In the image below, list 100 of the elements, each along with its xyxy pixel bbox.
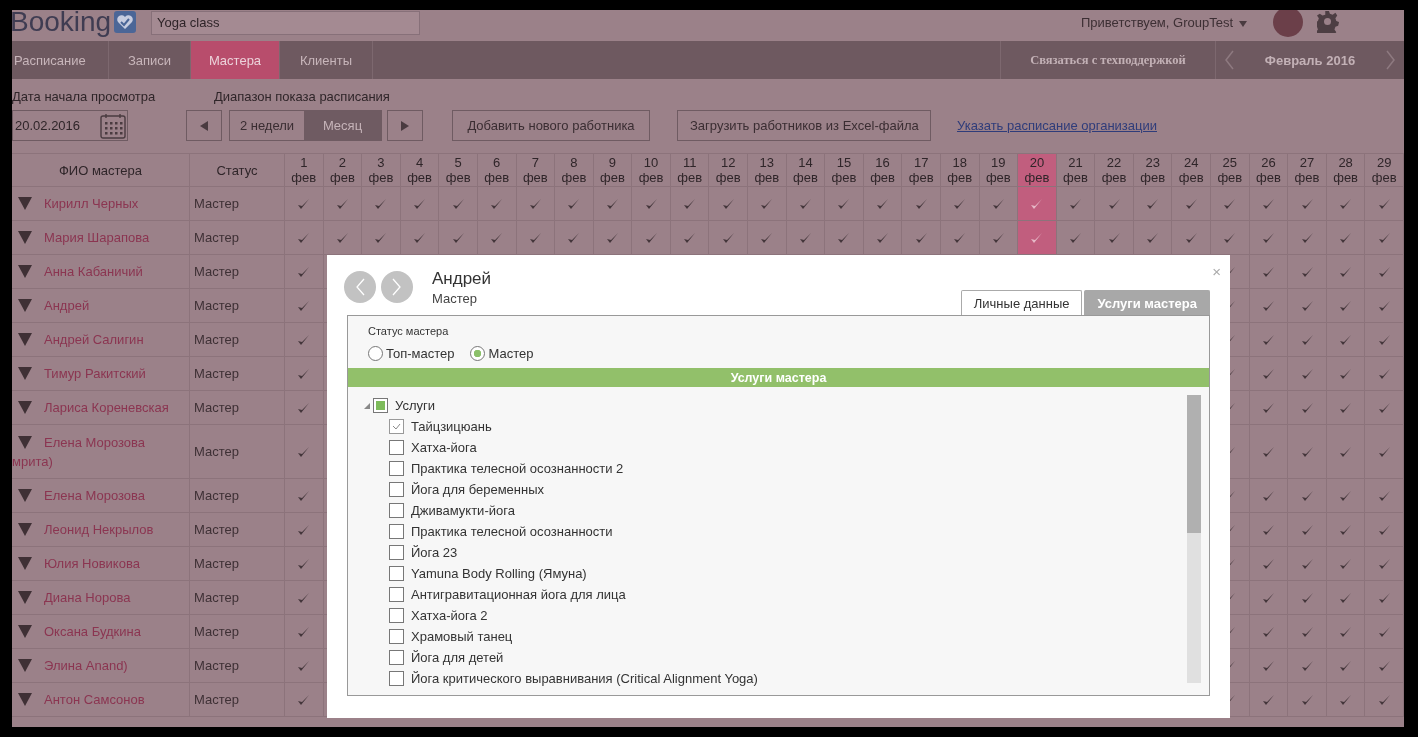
checkbox[interactable] <box>389 650 404 665</box>
checkbox[interactable] <box>389 419 404 434</box>
tree-item[interactable]: Йога 23 <box>411 545 458 560</box>
master-name-link[interactable]: Лариса Кореневская <box>44 400 169 415</box>
nav-tab[interactable]: Мастера <box>191 41 280 79</box>
date-field[interactable]: 20.02.2016 <box>12 110 128 141</box>
day-header: 18 фев <box>940 154 980 186</box>
master-name-link[interactable]: Анна Кабаничий <box>44 264 143 279</box>
dialog-tab[interactable]: Услуги мастера <box>1084 290 1210 315</box>
master-name-link[interactable]: Елена Морозова <box>44 434 146 450</box>
checkbox[interactable] <box>389 608 404 623</box>
radio-label[interactable]: Топ-мастер <box>386 345 455 361</box>
triangle-down-icon[interactable] <box>18 401 32 414</box>
master-name-link[interactable]: Андрей <box>44 298 90 313</box>
tree-item[interactable]: Хатха-йога <box>411 440 477 455</box>
checkbox[interactable] <box>389 482 404 497</box>
master-name-link[interactable]: Антон Самсонов <box>44 692 145 707</box>
tree-item[interactable]: Услуги <box>395 398 435 413</box>
nav-tab[interactable]: Клиенты <box>280 41 373 79</box>
tree-item[interactable]: Практика телесной осознанности <box>411 524 613 539</box>
day-header: 14 фев <box>786 154 826 186</box>
master-name-link[interactable]: Елена Морозова <box>44 488 146 503</box>
triangle-down-icon[interactable] <box>18 659 32 672</box>
status-text: Мастер <box>190 391 285 424</box>
tree-item[interactable]: Храмовый танец <box>411 629 513 644</box>
avatar[interactable] <box>1273 10 1303 37</box>
triangle-down-icon[interactable] <box>18 231 32 244</box>
tree-item[interactable]: Дживамукти-йога <box>411 503 515 518</box>
triangle-down-icon[interactable] <box>18 367 32 380</box>
triangle-down-icon[interactable] <box>18 557 32 570</box>
tree-item[interactable]: Практика телесной осознанности 2 <box>411 461 624 476</box>
range-button[interactable]: 2 недели <box>230 111 304 140</box>
day-header: 5 фев <box>439 154 478 186</box>
checkbox[interactable] <box>389 545 404 560</box>
close-icon[interactable]: × <box>1212 263 1221 280</box>
checkbox[interactable] <box>389 503 404 518</box>
triangle-down-icon[interactable] <box>18 299 32 312</box>
checkbox[interactable] <box>389 524 404 539</box>
triangle-down-icon[interactable] <box>18 197 32 210</box>
collapse-icon[interactable] <box>364 402 370 409</box>
triangle-down-icon[interactable] <box>18 435 32 449</box>
triangle-down-icon[interactable] <box>18 489 32 502</box>
triangle-down-icon[interactable] <box>18 523 32 536</box>
next-button[interactable] <box>387 110 423 141</box>
toolbar-button[interactable]: Добавить нового работника <box>452 110 650 141</box>
tree-item[interactable]: Йога критического выравнивания (Critical Alignment Yoga) <box>411 671 758 686</box>
checkbox[interactable] <box>389 440 404 455</box>
settings-icon[interactable] <box>1317 10 1339 33</box>
triangle-down-icon[interactable] <box>18 625 32 638</box>
range-button[interactable]: Месяц <box>304 111 381 140</box>
schedule-link[interactable]: Указать расписание организации <box>957 118 1157 133</box>
day-header: 29 фев <box>1365 154 1404 186</box>
status-text: Мастер <box>190 513 285 546</box>
triangle-down-icon[interactable] <box>18 265 32 278</box>
toolbar-button[interactable]: Загрузить работников из Excel-файла <box>677 110 931 141</box>
tree-item[interactable]: Йога для беременных <box>411 482 545 497</box>
calendar-icon[interactable] <box>100 112 126 139</box>
radio-button[interactable] <box>470 345 486 361</box>
triangle-down-icon[interactable] <box>18 693 32 706</box>
search-field[interactable]: Yoga class <box>151 10 420 35</box>
master-name-link[interactable]: Диана Норова <box>44 590 131 605</box>
status-text: Мастер <box>190 615 285 648</box>
field-label: Статус мастера <box>368 325 450 337</box>
tree-item[interactable]: Yamuna Body Rolling (Ямуна) <box>411 566 587 581</box>
radio-label[interactable]: Мастер <box>488 345 534 361</box>
tree-item[interactable]: Антигравитационная йога для лица <box>411 587 626 602</box>
checkbox[interactable] <box>389 587 404 602</box>
radio-button[interactable] <box>368 345 383 361</box>
checkbox[interactable] <box>389 566 404 581</box>
triangle-down-icon[interactable] <box>18 591 32 604</box>
tree-item[interactable]: Тайцзицюань <box>411 419 492 434</box>
master-name-link[interactable]: Юлия Новикова <box>44 556 140 571</box>
master-name-link[interactable]: мрита) <box>12 453 53 469</box>
master-name-link[interactable]: Элина Anand) <box>44 658 128 673</box>
checkbox[interactable] <box>373 398 388 413</box>
nav-tab[interactable]: Расписание <box>12 41 109 79</box>
support-link[interactable]: Связаться с техподдержкой <box>1000 41 1216 79</box>
day-header: 23 фев <box>1133 154 1173 186</box>
previous-button[interactable] <box>186 110 222 141</box>
scrollbar[interactable] <box>1187 395 1201 683</box>
master-name-link[interactable]: Леонид Некрылов <box>44 522 154 537</box>
day-header: 13 фев <box>748 154 787 186</box>
checkbox[interactable] <box>389 671 404 686</box>
tree-item[interactable]: Йога для детей <box>411 650 504 665</box>
day-header: 20 фев <box>1018 154 1057 186</box>
master-name-link[interactable]: Кирилл Черных <box>44 196 139 211</box>
caret-icon[interactable] <box>1239 20 1247 27</box>
triangle-right-icon <box>401 120 409 131</box>
field-label: Диапазон показа расписания <box>214 89 390 105</box>
day-header: 3 фев <box>362 154 401 186</box>
master-name-link[interactable]: Оксана Будкина <box>44 624 141 639</box>
dialog-tab[interactable]: Личные данные <box>960 290 1083 315</box>
master-name-link[interactable]: Мария Шарапова <box>44 230 150 245</box>
checkbox[interactable] <box>389 629 404 644</box>
master-name-link[interactable]: Андрей Салигин <box>44 332 144 347</box>
checkbox[interactable] <box>389 461 404 476</box>
greeting-text[interactable]: Приветствуем, GroupTest <box>1081 15 1233 30</box>
tree-item[interactable]: Хатха-йога 2 <box>411 608 488 623</box>
master-name-link[interactable]: Тимур Ракитский <box>44 366 146 381</box>
triangle-down-icon[interactable] <box>18 333 32 346</box>
